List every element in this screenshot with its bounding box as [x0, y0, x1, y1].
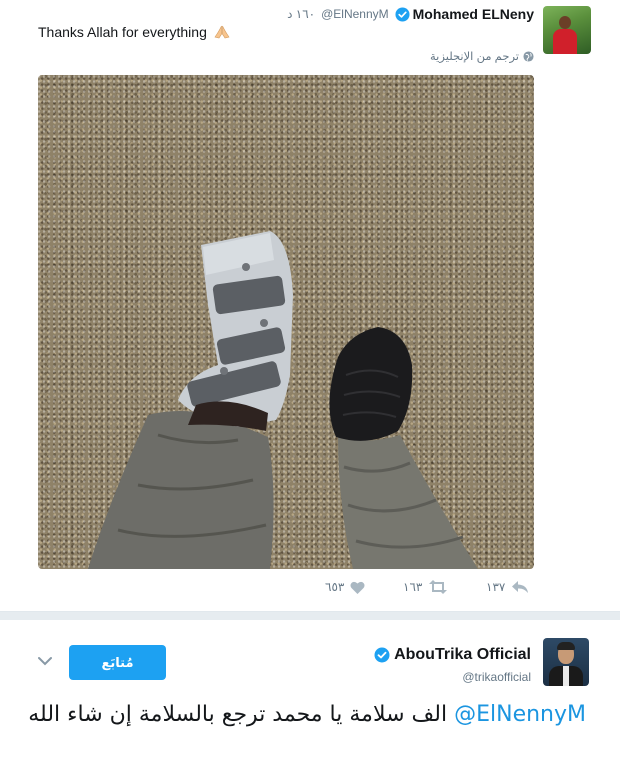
tweet-actions: ١٣٧ ١٦٣ ٦٥٣ [0, 580, 620, 602]
heart-icon [350, 581, 365, 594]
tweet2-text-content: الف سلامة يا محمد ترجع بالسلامة إن شاء ا… [28, 702, 455, 727]
tweet-handle[interactable]: @ElNennyM [321, 7, 389, 21]
globe-icon [523, 50, 534, 62]
like-count: ٦٥٣ [325, 580, 345, 594]
retweet-button[interactable]: ١٦٣ [403, 580, 448, 594]
like-button[interactable]: ٦٥٣ [325, 580, 365, 594]
avatar-figure-hair [557, 642, 575, 650]
retweet-count: ١٦٣ [403, 580, 423, 594]
avatar-figure-shirt [553, 29, 577, 54]
tweet2-handle[interactable]: @trikaofficial [462, 670, 531, 684]
tweet2-header: AbouTrika Official [374, 646, 531, 664]
verified-badge-icon [374, 647, 390, 663]
tweet2-author-name[interactable]: AbouTrika Official [394, 646, 531, 664]
tweet-card-aboutrika[interactable] [0, 612, 620, 765]
avatar-elneny[interactable] [543, 6, 591, 54]
verified-badge-icon [395, 6, 410, 22]
reply-button[interactable]: ١٣٧ [486, 580, 529, 594]
translate-label[interactable]: ترجم من الإنجليزية [430, 49, 519, 63]
reply-icon [512, 581, 529, 593]
tweet-card-elneny[interactable]: ١٦٠ د @ElNennyM Mohamed ELNeny Thanks Al… [0, 0, 620, 612]
tweet-author-name[interactable]: Mohamed ELNeny [413, 6, 534, 22]
reply-count: ١٣٧ [486, 580, 506, 594]
tweet-photo[interactable] [38, 75, 534, 569]
avatar-figure-head [559, 16, 571, 29]
following-button[interactable]: مُتابَع [69, 645, 166, 680]
tweet-text-content: Thanks Allah for everything [38, 24, 207, 40]
avatar-aboutrika[interactable] [543, 638, 589, 686]
tweet2-text: @ElNennyM الف سلامة يا محمد ترجع بالسلام… [26, 700, 586, 729]
folded-hands-emoji-icon [214, 25, 230, 39]
mention-link[interactable]: @ElNennyM [454, 700, 586, 729]
tweet-text: Thanks Allah for everything [38, 24, 230, 40]
retweet-icon [429, 580, 448, 594]
chevron-down-icon[interactable] [38, 656, 52, 666]
tweet-header: ١٦٠ د @ElNennyM Mohamed ELNeny [287, 6, 534, 22]
avatar-figure-shirt [563, 666, 569, 686]
translate-link[interactable]: ترجم من الإنجليزية [430, 49, 534, 63]
photo-illustration [88, 231, 478, 569]
tweet-timestamp[interactable]: ١٦٠ د [287, 7, 315, 21]
